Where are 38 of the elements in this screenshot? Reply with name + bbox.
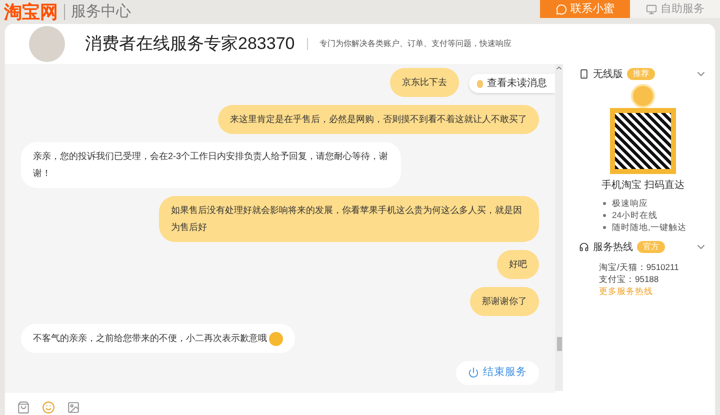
message-text: 京东比下去 <box>402 76 447 89</box>
feature-item: 24小时在线 <box>603 209 686 221</box>
avatar <box>29 26 65 62</box>
header-button[interactable]: 联系小蜜 <box>540 0 630 18</box>
image-icon[interactable] <box>67 400 80 414</box>
feature-item: 极速响应 <box>603 197 686 209</box>
scrollbar-thumb[interactable] <box>556 336 562 351</box>
message-text: 好吧 <box>509 258 527 271</box>
message-text: 不客气的亲亲，之前给您带来的不便，小二再次表示歉意哦 <box>33 332 267 345</box>
section-title: 服务热线 <box>593 240 633 254</box>
chat-icon <box>556 4 566 14</box>
message-text: 如果售后没有处理好就会影响将来的发展，你看苹果手机这么贵为何这么多人买，就是因为售后好 <box>171 204 523 234</box>
header-button[interactable]: 自助服务 <box>630 0 720 18</box>
monitor-icon <box>646 4 656 14</box>
message-text: 那谢谢你了 <box>482 295 527 308</box>
emoji-icon[interactable] <box>42 400 55 414</box>
phone-icon <box>579 69 589 79</box>
power-icon <box>468 367 479 378</box>
headset-icon <box>579 242 589 252</box>
site-logo[interactable]: 淘宝网 <box>4 0 58 24</box>
hotline-number: 淘宝/天猫：9510211 <box>599 261 680 273</box>
message-text: 亲亲，您的投诉我们已受理，会在2-3个工作日内安排负责人给予回复，请您耐心等待，谢谢！ <box>33 150 389 180</box>
section-title: 服务中心 <box>71 2 131 22</box>
end-service-button[interactable]: 结束服务 <box>456 361 539 385</box>
qr-caption: 手机淘宝 扫码直达 <box>602 178 684 193</box>
qr-code-drawing <box>610 108 676 174</box>
agent-name: 消费者在线服务专家283370 <box>85 33 295 56</box>
agent-tagline: 专门为你解决各类账户、订单、支付等问题，快速响应 <box>320 38 512 50</box>
bag-icon[interactable] <box>17 400 30 414</box>
unread-messages-button[interactable]: 查看未读消息 <box>469 74 555 93</box>
more-hotlines-link[interactable]: 更多服务热线 <box>599 285 707 297</box>
recommend-badge: 推荐 <box>627 68 655 80</box>
hotline-number: 支付宝：95188 <box>599 273 660 285</box>
scroll-up-icon[interactable] <box>555 64 563 72</box>
official-badge: 官方 <box>637 241 665 253</box>
section-title: 无线版 <box>593 68 623 82</box>
message-text: 来这里肯定是在乎售后，必然是网购，否则摸不到看不着这就让人不敢买了 <box>230 113 527 126</box>
feature-item: 随时随地,一键触达 <box>603 221 686 233</box>
